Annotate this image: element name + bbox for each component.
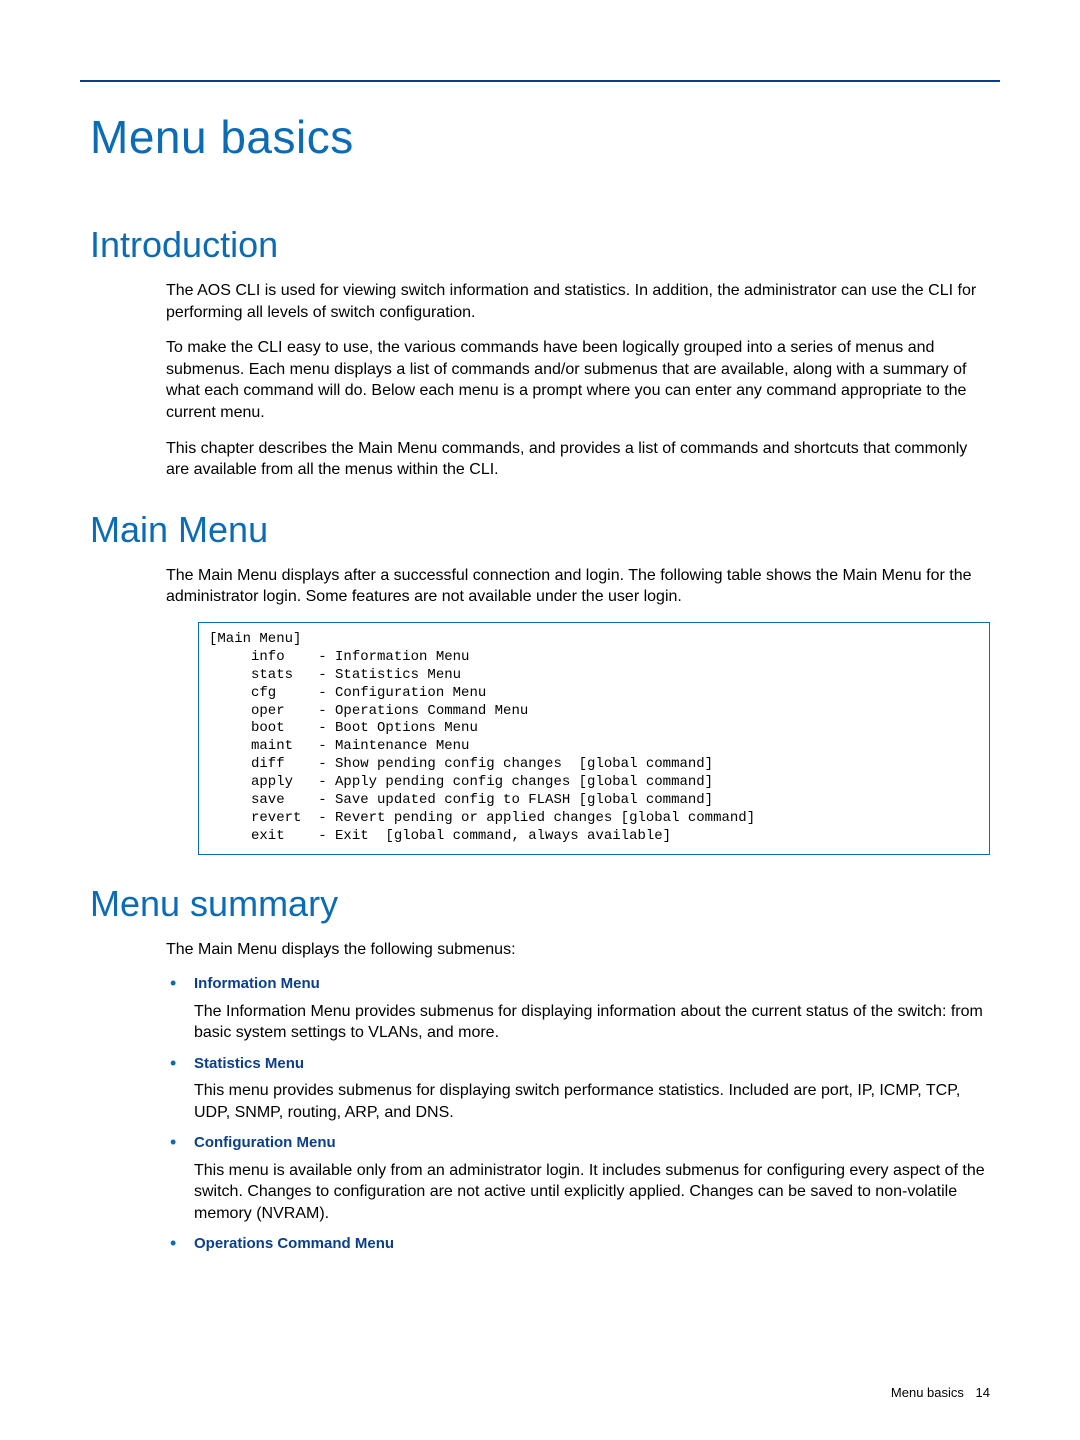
mainmenu-code-block: [Main Menu] info - Information Menu stat…	[198, 622, 990, 855]
footer-label: Menu basics	[891, 1385, 964, 1400]
list-item: Information Menu The Information Menu pr…	[166, 974, 990, 1043]
bullet-body: This menu is available only from an admi…	[194, 1160, 990, 1225]
intro-para: This chapter describes the Main Menu com…	[166, 438, 990, 481]
chapter-title: Menu basics	[90, 110, 990, 164]
summary-intro: The Main Menu displays the following sub…	[166, 939, 990, 961]
summary-body: The Main Menu displays the following sub…	[166, 939, 990, 1255]
intro-para: The AOS CLI is used for viewing switch i…	[166, 280, 990, 323]
mainmenu-body: The Main Menu displays after a successfu…	[166, 565, 990, 855]
list-item: Operations Command Menu	[166, 1234, 990, 1254]
mainmenu-intro: The Main Menu displays after a successfu…	[166, 565, 990, 608]
top-rule	[80, 80, 1000, 82]
intro-body: The AOS CLI is used for viewing switch i…	[166, 280, 990, 481]
bullet-title: Configuration Menu	[194, 1133, 990, 1153]
bullet-title: Information Menu	[194, 974, 990, 994]
bullet-title: Statistics Menu	[194, 1054, 990, 1074]
bullet-title: Operations Command Menu	[194, 1234, 990, 1254]
page-footer: Menu basics 14	[891, 1385, 990, 1400]
list-item: Configuration Menu This menu is availabl…	[166, 1133, 990, 1224]
intro-para: To make the CLI easy to use, the various…	[166, 337, 990, 423]
section-heading-introduction: Introduction	[90, 224, 990, 266]
bullet-body: The Information Menu provides submenus f…	[194, 1001, 990, 1044]
bullet-body: This menu provides submenus for displayi…	[194, 1080, 990, 1123]
summary-list: Information Menu The Information Menu pr…	[166, 974, 990, 1254]
list-item: Statistics Menu This menu provides subme…	[166, 1054, 990, 1123]
footer-page-number: 14	[976, 1385, 990, 1400]
section-heading-main-menu: Main Menu	[90, 509, 990, 551]
document-page: Menu basics Introduction The AOS CLI is …	[0, 0, 1080, 1440]
section-heading-menu-summary: Menu summary	[90, 883, 990, 925]
